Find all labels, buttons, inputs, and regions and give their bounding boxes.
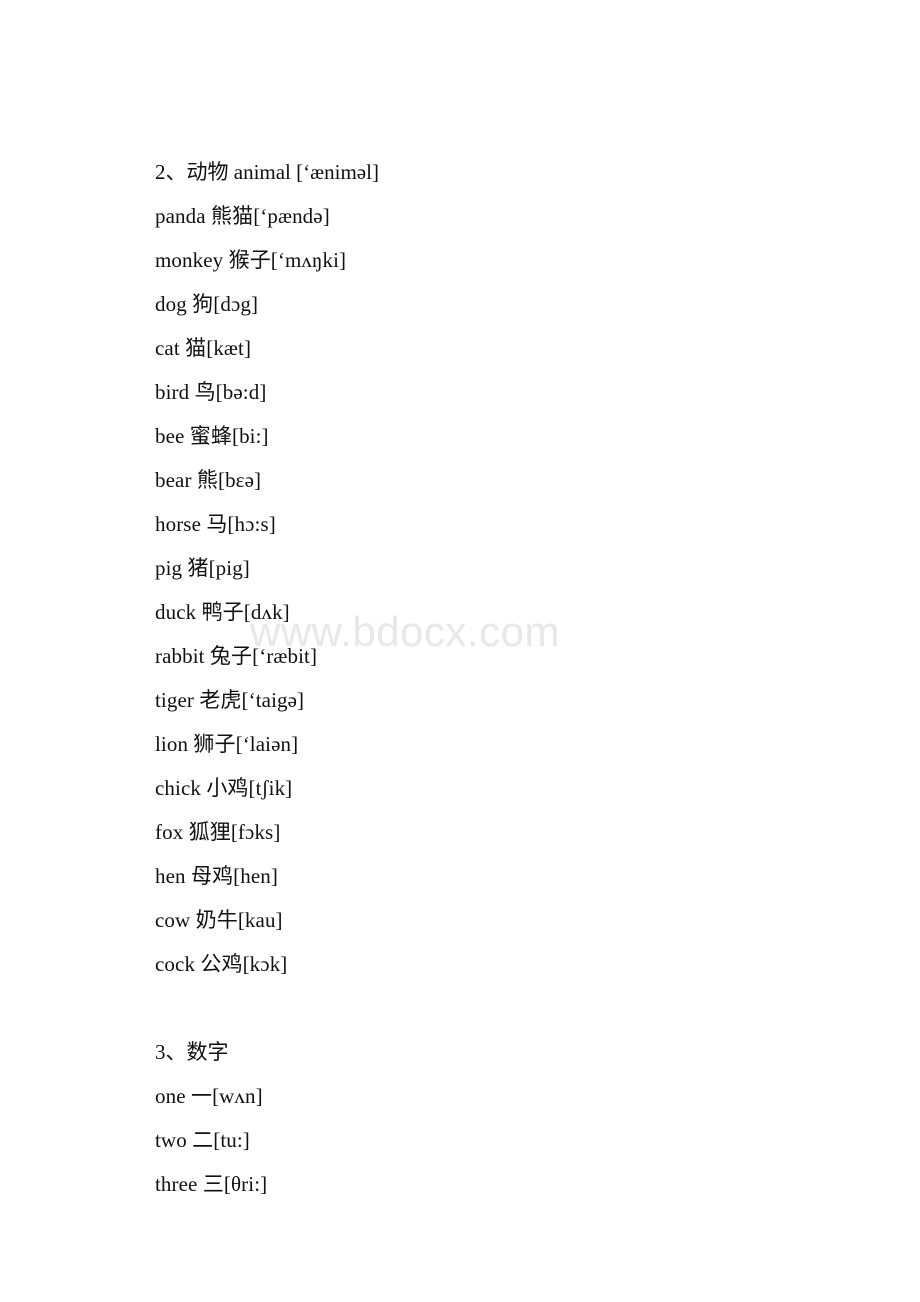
vocab-line: panda 熊猫[‘pændə] bbox=[155, 204, 330, 228]
vocab-line: rabbit 兔子[‘ræbit] bbox=[155, 644, 318, 668]
vocab-line: cock 公鸡[kɔk] bbox=[155, 952, 288, 976]
vocab-line: chick 小鸡[tʃik] bbox=[155, 776, 293, 800]
vocab-line: dog 狗[dɔg] bbox=[155, 292, 259, 316]
vocab-line: lion 狮子[‘laiən] bbox=[155, 732, 299, 756]
section-heading-numbers: 3、数字 bbox=[155, 1040, 229, 1064]
vocab-line: bird 鸟[bə:d] bbox=[155, 380, 267, 404]
vocab-line: monkey 猴子[‘mʌŋki] bbox=[155, 248, 347, 272]
vocab-line: cow 奶牛[kau] bbox=[155, 908, 283, 932]
document-text-layer: 2、动物 animal [‘æniməl] panda 熊猫[‘pændə] m… bbox=[0, 0, 920, 1302]
vocab-line: fox 狐狸[fɔks] bbox=[155, 820, 281, 844]
vocab-line: horse 马[hɔ:s] bbox=[155, 512, 276, 536]
vocab-line: bee 蜜蜂[bi:] bbox=[155, 424, 269, 448]
section-heading-animals: 2、动物 animal [‘æniməl] bbox=[155, 160, 379, 184]
vocab-line: three 三[θri:] bbox=[155, 1172, 268, 1196]
vocab-line: two 二[tu:] bbox=[155, 1128, 250, 1152]
vocab-line: bear 熊[bɛə] bbox=[155, 468, 262, 492]
vocab-line: duck 鸭子[dʌk] bbox=[155, 600, 290, 624]
vocab-line: hen 母鸡[hen] bbox=[155, 864, 278, 888]
vocab-line: one 一[wʌn] bbox=[155, 1084, 263, 1108]
vocab-line: cat 猫[kæt] bbox=[155, 336, 252, 360]
vocab-line: tiger 老虎[‘taigə] bbox=[155, 688, 305, 712]
document-page: www.bdocx.com 2、动物 animal [‘æniməl] pand… bbox=[0, 0, 920, 1302]
vocab-line: pig 猪[pig] bbox=[155, 556, 250, 580]
